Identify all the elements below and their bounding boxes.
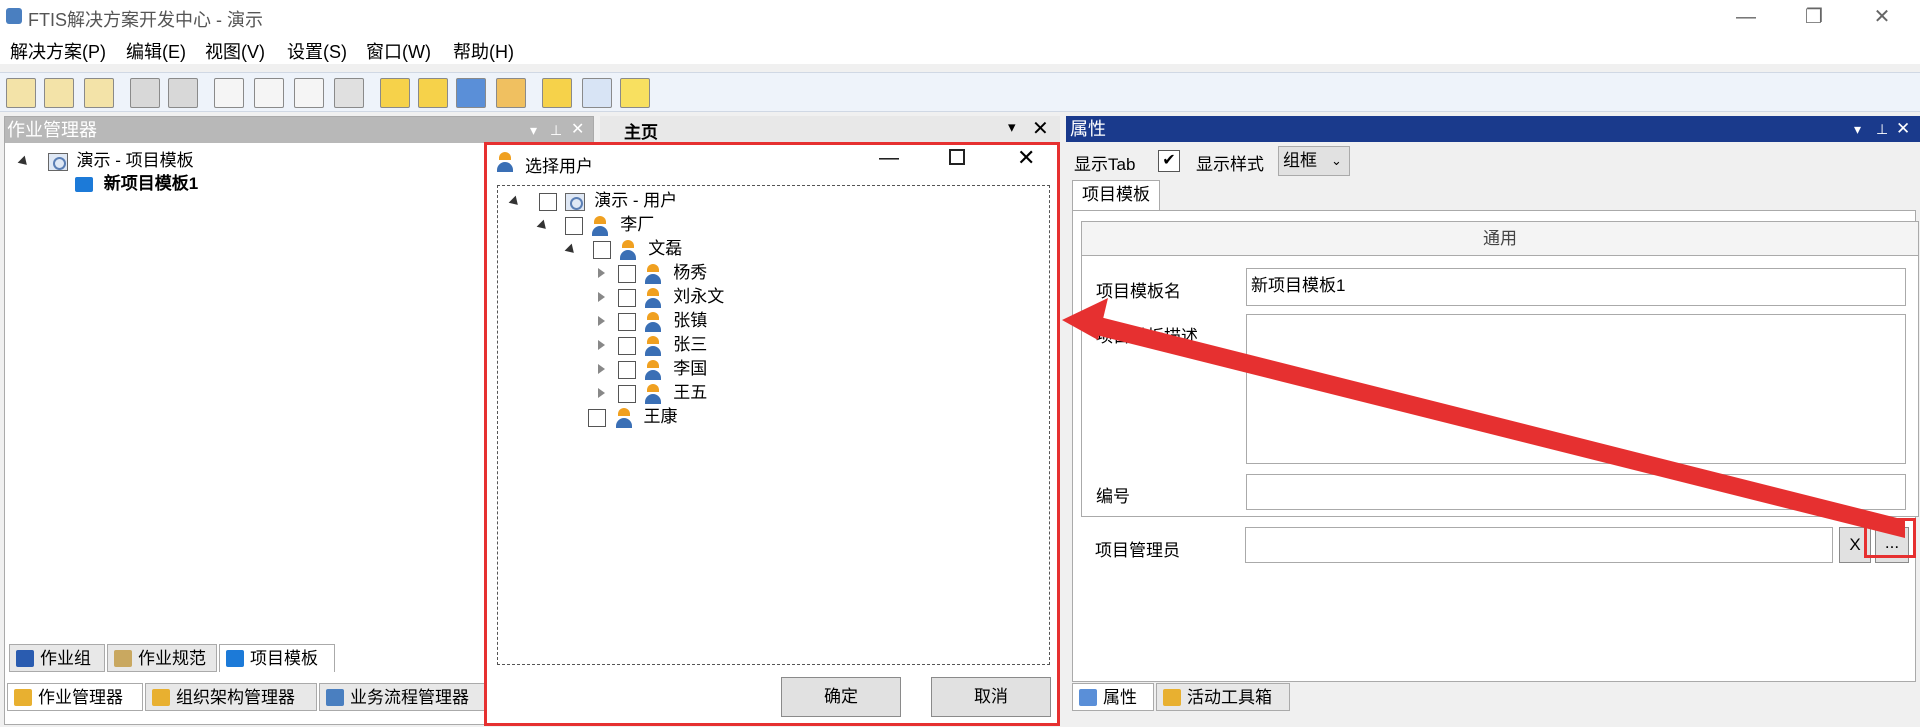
annotation-arrow [1062,298,1905,538]
arrow-shaft [1088,315,1905,538]
